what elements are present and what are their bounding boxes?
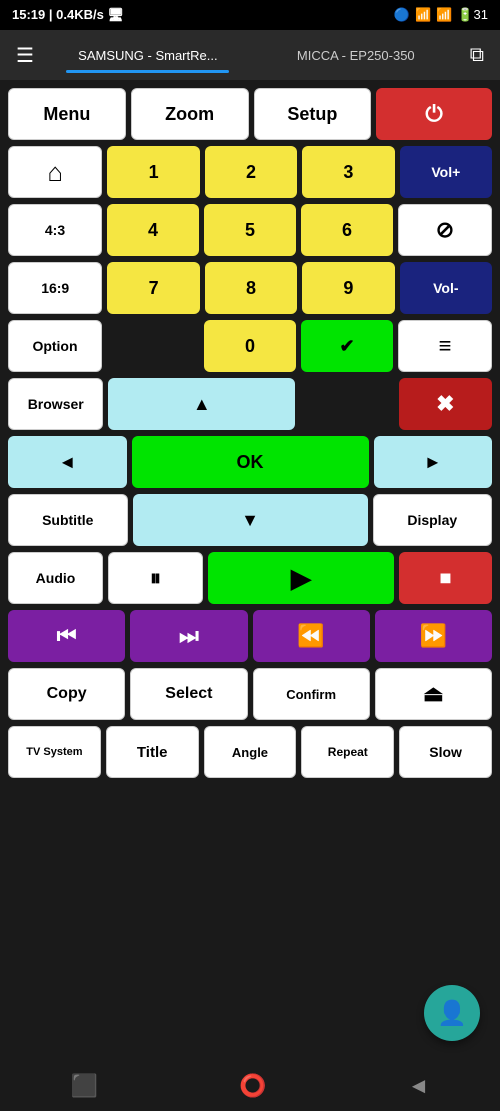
copy-tab-icon[interactable]: ⧉: [462, 36, 492, 75]
fast-forward-button[interactable]: ⏩: [375, 610, 492, 662]
copy-button[interactable]: Copy: [8, 668, 125, 720]
angle-button[interactable]: Angle: [204, 726, 297, 778]
status-data: 0.4KB/s: [56, 7, 104, 22]
display-button[interactable]: Display: [373, 494, 493, 546]
ok-button[interactable]: OK: [132, 436, 369, 488]
check-button[interactable]: ✔: [301, 320, 393, 372]
num9-button[interactable]: 9: [302, 262, 394, 314]
arrow-right-button[interactable]: ►: [374, 436, 493, 488]
fab-contacts[interactable]: 👤: [424, 985, 480, 1041]
nav-back-icon[interactable]: ◄: [408, 1073, 430, 1099]
nav-home-icon[interactable]: ⭕: [239, 1073, 266, 1099]
skip-next-button[interactable]: ⏭: [130, 610, 247, 662]
option-button[interactable]: Option: [8, 320, 102, 372]
num5-button[interactable]: 5: [204, 204, 296, 256]
stop-button[interactable]: ⏹: [399, 552, 492, 604]
bottom-nav: ⬛ ⭕ ◄: [0, 1061, 500, 1111]
num7-button[interactable]: 7: [107, 262, 199, 314]
row-11: Copy Select Confirm ⏏: [8, 668, 492, 720]
skip-prev-button[interactable]: ⏮: [8, 610, 125, 662]
tab-micca-label: MICCA - EP250-350: [297, 48, 415, 63]
spacer-1: [107, 320, 199, 372]
remote-control: Menu Zoom Setup ⏻ ⌂ 1 2 3 Vol+ 4:3 4 5 6…: [0, 80, 500, 786]
num2-button[interactable]: 2: [205, 146, 297, 198]
num6-button[interactable]: 6: [301, 204, 393, 256]
browser-button[interactable]: Browser: [8, 378, 103, 430]
status-time: 15:19: [12, 7, 45, 22]
setup-button[interactable]: Setup: [254, 88, 372, 140]
num8-button[interactable]: 8: [205, 262, 297, 314]
nosign-button[interactable]: ⊘: [398, 204, 492, 256]
tab-samsung[interactable]: SAMSUNG - SmartRe...: [46, 40, 250, 71]
title-button[interactable]: Title: [106, 726, 199, 778]
arrow-left-button[interactable]: ◄: [8, 436, 127, 488]
pause-button[interactable]: ⏸: [108, 552, 203, 604]
vol-plus-button[interactable]: Vol+: [400, 146, 492, 198]
row-9: Audio ⏸ ▶ ⏹: [8, 552, 492, 604]
tv-system-button[interactable]: TV System: [8, 726, 101, 778]
tab-bar: ☰ SAMSUNG - SmartRe... MICCA - EP250-350…: [0, 30, 500, 80]
row-4: 16:9 7 8 9 Vol-: [8, 262, 492, 314]
play-button[interactable]: ▶: [208, 552, 394, 604]
select-button[interactable]: Select: [130, 668, 247, 720]
vol-minus-button[interactable]: Vol-: [400, 262, 492, 314]
status-time-data: 15:19 | 0.4KB/s 🖥: [12, 7, 124, 23]
spacer-2: [300, 378, 393, 430]
num1-button[interactable]: 1: [107, 146, 199, 198]
aspect43-button[interactable]: 4:3: [8, 204, 102, 256]
row-6: Browser ▲ ✖: [8, 378, 492, 430]
audio-button[interactable]: Audio: [8, 552, 103, 604]
row-1: Menu Zoom Setup ⏻: [8, 88, 492, 140]
row-7: ◄ OK ►: [8, 436, 492, 488]
rewind-button[interactable]: ⏪: [253, 610, 370, 662]
close-button[interactable]: ✖: [399, 378, 492, 430]
num3-button[interactable]: 3: [302, 146, 394, 198]
row-12: TV System Title Angle Repeat Slow: [8, 726, 492, 778]
repeat-button[interactable]: Repeat: [301, 726, 394, 778]
status-icons: 🔵 📶 📶 🔋31: [394, 7, 488, 23]
power-button[interactable]: ⏻: [376, 88, 492, 140]
list-button[interactable]: ≡: [398, 320, 492, 372]
slow-button[interactable]: Slow: [399, 726, 492, 778]
arrow-down-button[interactable]: ▼: [133, 494, 368, 546]
aspect169-button[interactable]: 16:9: [8, 262, 102, 314]
zoom-button[interactable]: Zoom: [131, 88, 249, 140]
home-button[interactable]: ⌂: [8, 146, 102, 198]
status-bar: 15:19 | 0.4KB/s 🖥 🔵 📶 📶 🔋31: [0, 0, 500, 30]
row-5: Option 0 ✔ ≡: [8, 320, 492, 372]
contacts-icon: 👤: [437, 999, 467, 1028]
row-10: ⏮ ⏭ ⏪ ⏩: [8, 610, 492, 662]
num4-button[interactable]: 4: [107, 204, 199, 256]
tab-micca[interactable]: MICCA - EP250-350: [254, 40, 458, 71]
arrow-up-button[interactable]: ▲: [108, 378, 295, 430]
tab-samsung-label: SAMSUNG - SmartRe...: [78, 48, 217, 63]
nav-square-icon[interactable]: ⬛: [71, 1073, 98, 1099]
row-3: 4:3 4 5 6 ⊘: [8, 204, 492, 256]
subtitle-button[interactable]: Subtitle: [8, 494, 128, 546]
row-8: Subtitle ▼ Display: [8, 494, 492, 546]
num0-button[interactable]: 0: [204, 320, 296, 372]
hamburger-menu-icon[interactable]: ☰: [8, 35, 42, 76]
row-2: ⌂ 1 2 3 Vol+: [8, 146, 492, 198]
confirm-button[interactable]: Confirm: [253, 668, 370, 720]
eject-button[interactable]: ⏏: [375, 668, 492, 720]
menu-button[interactable]: Menu: [8, 88, 126, 140]
